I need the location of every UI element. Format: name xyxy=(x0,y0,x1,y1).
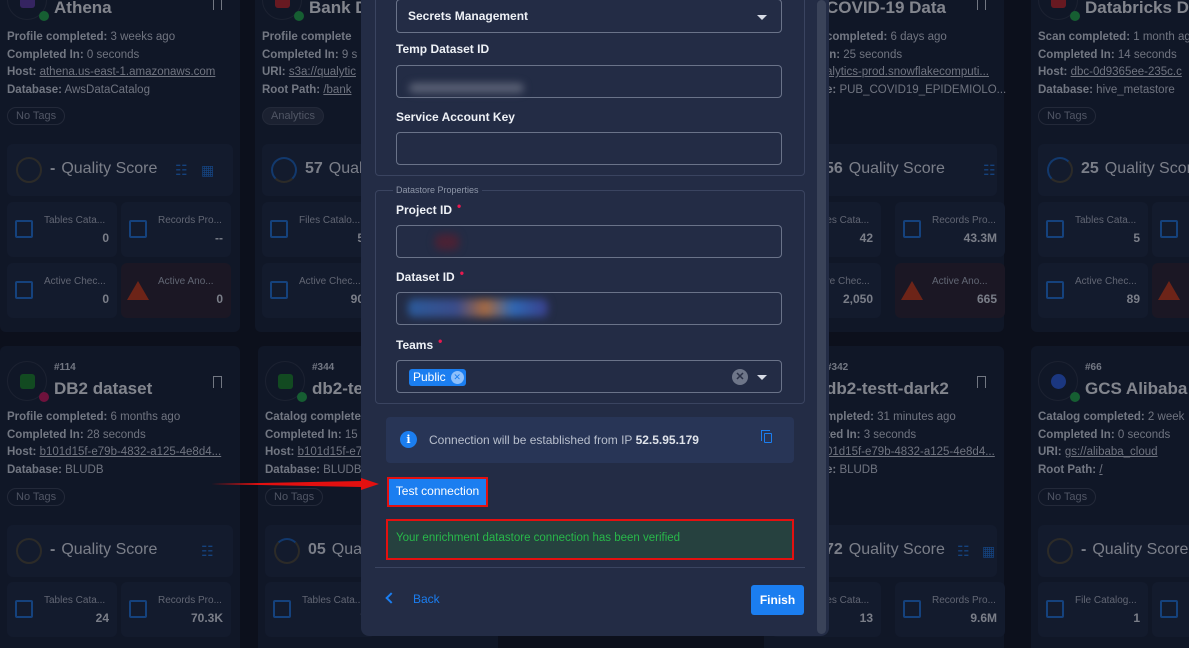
required-indicator: • xyxy=(438,334,443,348)
info-icon: i xyxy=(400,431,417,448)
finish-button[interactable]: Finish xyxy=(751,585,804,615)
temp-dataset-id-input[interactable] xyxy=(396,65,782,98)
annotation-arrow xyxy=(211,478,379,490)
chevron-down-icon xyxy=(757,15,767,20)
chevron-left-icon xyxy=(385,592,397,604)
ip-address: 52.5.95.179 xyxy=(635,433,699,447)
chevron-down-icon[interactable] xyxy=(757,375,767,380)
annotation-arrow-shape xyxy=(211,478,379,490)
connection-success-alert: Your enrichment datastore connection has… xyxy=(386,519,794,560)
teams-multiselect[interactable]: Public ✕ ✕ xyxy=(396,360,782,393)
redacted-value xyxy=(408,299,548,317)
clear-selection-icon[interactable]: ✕ xyxy=(732,369,748,385)
redacted-value xyxy=(435,234,459,250)
service-account-key-label: Service Account Key xyxy=(396,110,515,124)
team-chip-public: Public ✕ xyxy=(409,369,466,386)
redacted-value xyxy=(409,83,524,93)
teams-label: Teams • xyxy=(396,334,443,352)
datastore-properties-legend: Datastore Properties xyxy=(393,185,482,195)
secrets-management-select[interactable]: Secrets Management xyxy=(396,0,782,33)
service-account-key-input[interactable] xyxy=(396,132,782,165)
temp-dataset-id-label: Temp Dataset ID xyxy=(396,42,490,56)
modal-scrollbar[interactable] xyxy=(817,0,826,634)
project-id-input[interactable] xyxy=(396,225,782,258)
copy-icon[interactable] xyxy=(761,430,772,443)
project-id-label: Project ID • xyxy=(396,199,462,217)
dataset-id-label: Dataset ID • xyxy=(396,266,464,284)
required-indicator: • xyxy=(457,199,462,213)
dataset-id-input[interactable] xyxy=(396,292,782,325)
ip-info-banner: i Connection will be established from IP… xyxy=(386,417,794,463)
form-panel-bottom-edge xyxy=(375,567,805,568)
success-message: Your enrichment datastore connection has… xyxy=(396,532,681,544)
test-connection-button[interactable]: Test connection xyxy=(387,477,488,507)
required-indicator: • xyxy=(459,266,464,280)
chip-remove-icon[interactable]: ✕ xyxy=(450,371,464,384)
back-button[interactable]: Back xyxy=(385,592,440,606)
